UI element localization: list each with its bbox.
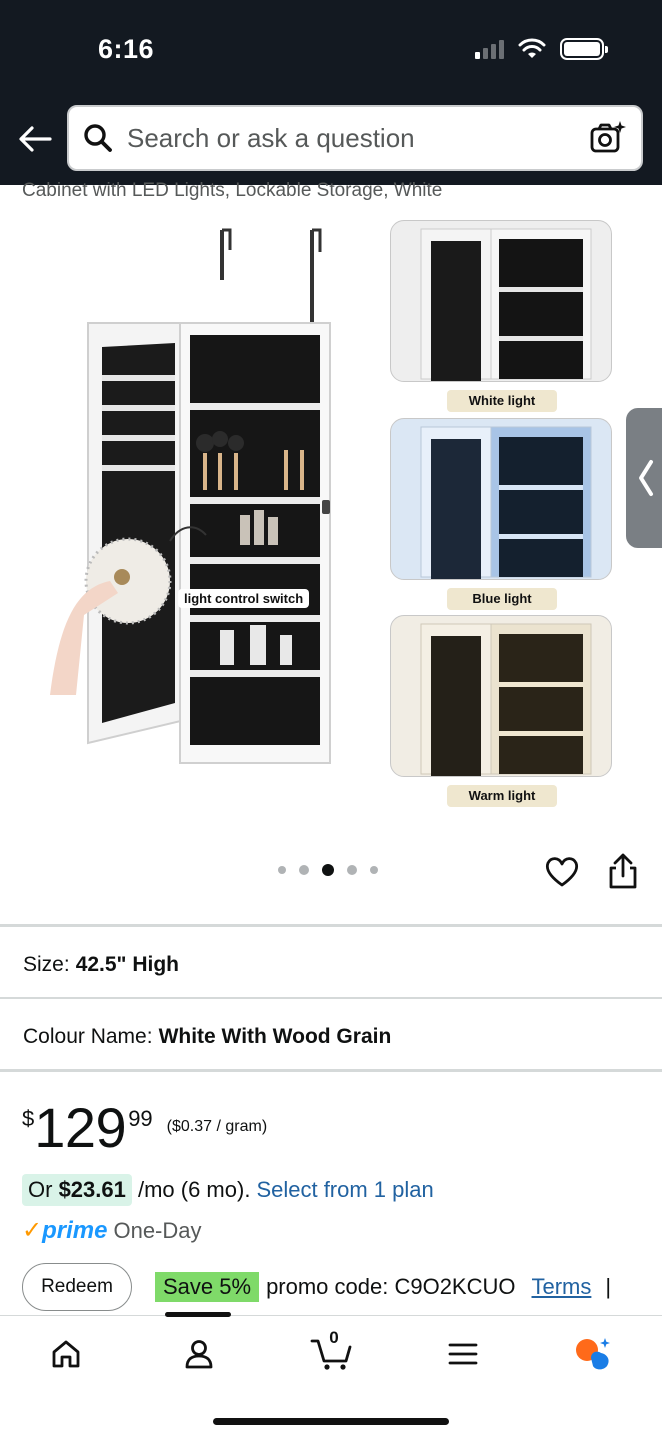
thumbnail-blue-light[interactable] <box>390 418 612 580</box>
price-symbol: $ <box>22 1106 35 1131</box>
delivery-speed: One-Day <box>113 1217 202 1243</box>
home-icon <box>52 1340 80 1368</box>
colour-value: White With Wood Grain <box>158 1025 392 1048</box>
thumbnail-white-light[interactable] <box>390 220 612 382</box>
nav-account[interactable] <box>179 1334 219 1374</box>
installment-terms: /mo (6 mo). <box>131 1177 251 1202</box>
separator: | <box>605 1274 612 1299</box>
cart-count: 0 <box>329 1328 339 1347</box>
jewelry-cabinet-image <box>50 228 331 764</box>
divider <box>0 924 662 927</box>
nav-cart[interactable]: 0 <box>309 1328 355 1374</box>
wifi-icon <box>518 38 546 58</box>
colour-selector[interactable]: Colour Name: White With Wood Grain <box>23 1025 391 1049</box>
price-fraction: 99 <box>128 1106 153 1131</box>
cellular-signal-icon <box>475 39 504 59</box>
terms-link[interactable]: Terms <box>532 1274 592 1300</box>
menu-icon <box>448 1343 478 1365</box>
active-tab-indicator <box>165 1312 231 1317</box>
prime-logo: prime <box>42 1216 108 1244</box>
light-switch-callout: light control switch <box>178 589 310 608</box>
prime-check-icon: ✓ <box>22 1217 43 1244</box>
rufus-side-tab[interactable] <box>626 408 662 548</box>
size-value: 42.5" High <box>75 953 180 976</box>
divider <box>0 997 662 999</box>
pagination-dot[interactable] <box>299 865 309 875</box>
thumbnail-warm-light[interactable] <box>390 615 612 777</box>
price-whole: 129 <box>34 1096 127 1159</box>
status-time: 6:16 <box>98 34 155 64</box>
search-input[interactable]: Search or ask a question <box>127 123 587 154</box>
pagination-dot[interactable] <box>347 865 357 875</box>
size-label: Size: <box>23 953 70 976</box>
divider <box>0 1069 662 1072</box>
prime-delivery: ✓ prime One-Day <box>22 1216 202 1245</box>
installment-amount-pill: Or $23.61 <box>22 1174 132 1206</box>
status-icons <box>475 38 608 60</box>
unit-price: ($0.37 / gram) <box>166 1118 268 1135</box>
nav-home[interactable] <box>46 1334 86 1374</box>
price-block: $ 129 99 ($0.37 / gram) <box>22 1098 267 1158</box>
search-bar[interactable]: Search or ask a question <box>67 105 643 171</box>
home-indicator <box>213 1418 449 1425</box>
blue-light-cabinet-image <box>420 426 592 579</box>
size-selector[interactable]: Size: 42.5" High <box>23 953 179 977</box>
pagination-dot-active[interactable] <box>322 864 334 876</box>
camera-search-icon[interactable] <box>587 118 627 158</box>
search-icon <box>84 124 112 152</box>
select-plan-link[interactable]: Select from 1 plan <box>256 1177 433 1203</box>
nav-menu[interactable] <box>443 1334 483 1374</box>
chevron-left-icon <box>639 460 653 496</box>
thumbnail-label-warm: Warm light <box>447 785 557 807</box>
pagination-dot[interactable] <box>278 866 286 874</box>
white-light-cabinet-image <box>420 228 592 381</box>
promo-line: Save 5% promo code: C9O2KCUO Terms | <box>155 1272 611 1302</box>
bottom-navigation: 0 <box>0 1312 662 1440</box>
warm-light-cabinet-image <box>420 623 592 776</box>
pagination-dot[interactable] <box>370 866 378 874</box>
rufus-icon <box>576 1338 610 1370</box>
colour-label: Colour Name: <box>23 1025 153 1048</box>
promo-code-text: promo code: C9O2KCUO <box>266 1274 516 1299</box>
installment-offer: Or $23.61 /mo (6 mo). Select from 1 plan <box>22 1174 434 1206</box>
thumbnail-label-white: White light <box>447 390 557 412</box>
product-image-gallery[interactable]: light control switch White light Blue li… <box>0 205 662 845</box>
gallery-pagination <box>278 864 378 876</box>
battery-icon <box>560 38 608 60</box>
thumbnail-label-blue: Blue light <box>447 588 557 610</box>
save-badge: Save 5% <box>155 1272 260 1302</box>
back-button[interactable] <box>14 118 56 160</box>
installment-prefix: Or <box>28 1177 59 1202</box>
redeem-button[interactable]: Redeem <box>22 1263 132 1311</box>
installment-amount: $23.61 <box>58 1177 126 1202</box>
share-icon[interactable] <box>605 852 641 890</box>
heart-icon[interactable] <box>544 854 580 890</box>
top-bar: 6:16 Search or ask a question <box>0 0 662 185</box>
product-title-fragment: Cabinet with LED Lights, Lockable Storag… <box>22 180 443 201</box>
account-icon <box>185 1340 213 1369</box>
back-arrow-icon <box>19 126 52 152</box>
nav-rufus[interactable] <box>573 1334 613 1374</box>
